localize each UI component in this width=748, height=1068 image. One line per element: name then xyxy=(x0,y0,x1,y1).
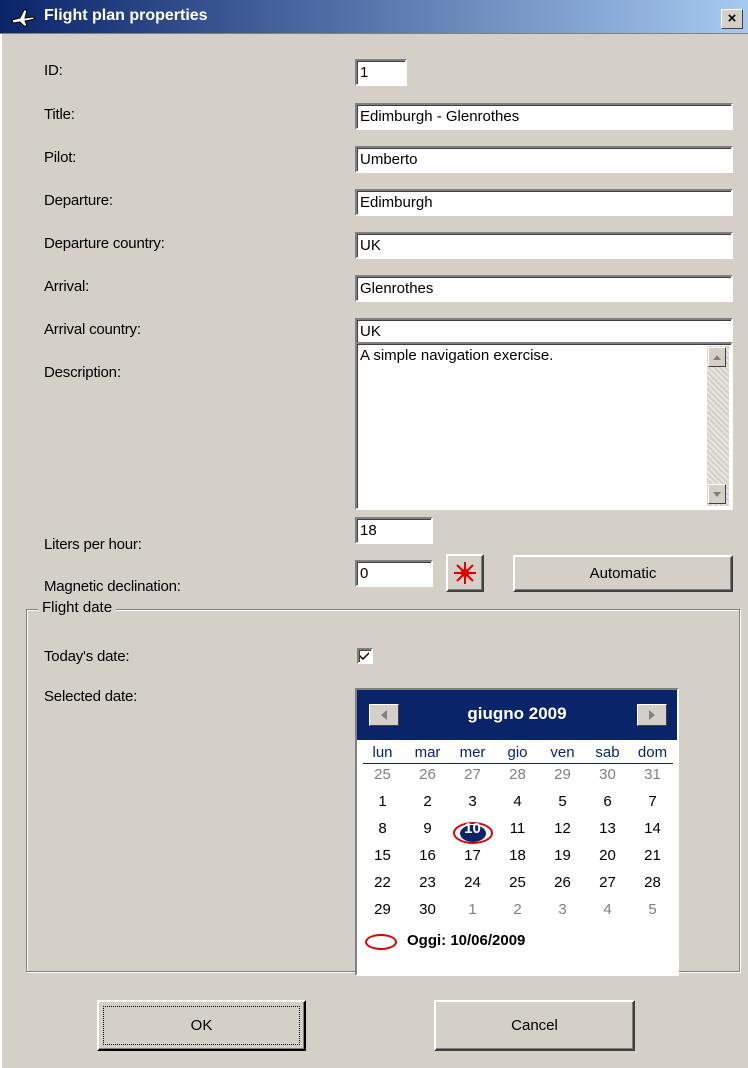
calendar-day[interactable]: 14 xyxy=(630,820,675,837)
scroll-up-button[interactable] xyxy=(708,347,726,367)
calendar-day[interactable]: 29 xyxy=(360,901,405,918)
airplane-icon xyxy=(11,9,36,27)
description-scrollbar[interactable] xyxy=(707,346,729,506)
calendar-day[interactable]: 17 xyxy=(450,847,495,864)
calendar-day[interactable]: 28 xyxy=(495,766,540,783)
calendar-day[interactable]: 8 xyxy=(360,820,405,837)
calendar-day[interactable]: 26 xyxy=(405,766,450,783)
today-label[interactable]: Oggi: 10/06/2009 xyxy=(407,932,525,949)
calendar-day[interactable]: 28 xyxy=(630,874,675,891)
ok-button[interactable]: OK xyxy=(97,1000,306,1051)
weekday-divider xyxy=(363,763,673,764)
calendar-day[interactable]: 1 xyxy=(450,901,495,918)
calendar-day[interactable]: 4 xyxy=(495,793,540,810)
magnetic-declination-label: Magnetic declination: xyxy=(44,578,181,595)
calendar-day[interactable]: 30 xyxy=(585,766,630,783)
weekday-header: lun xyxy=(372,744,393,761)
calendar-day[interactable]: 13 xyxy=(585,820,630,837)
cancel-button[interactable]: Cancel xyxy=(434,1000,635,1051)
weekday-header: mer xyxy=(459,744,486,761)
arrival-country-label: Arrival country: xyxy=(44,321,141,338)
departure-field[interactable]: Edimburgh xyxy=(355,189,733,216)
down-arrow-icon xyxy=(713,492,721,497)
calendar-day[interactable]: 3 xyxy=(540,901,585,918)
weekday-header: mar xyxy=(414,744,441,761)
liters-per-hour-label: Liters per hour: xyxy=(44,536,142,553)
title-label: Title: xyxy=(44,106,75,123)
arrival-label: Arrival: xyxy=(44,278,90,295)
calendar-day[interactable]: 1 xyxy=(360,793,405,810)
calendar-day[interactable]: 20 xyxy=(585,847,630,864)
calendar-day[interactable]: 18 xyxy=(495,847,540,864)
window-title: Flight plan properties xyxy=(44,7,208,24)
weekday-header: dom xyxy=(637,744,668,761)
pilot-field[interactable]: Umberto xyxy=(355,146,733,173)
weekday-header: gio xyxy=(507,744,528,761)
window-frame xyxy=(0,34,2,1068)
arrival-country-field[interactable]: UK xyxy=(355,318,733,345)
description-label: Description: xyxy=(44,364,121,381)
automatic-button[interactable]: Automatic xyxy=(513,555,733,592)
prev-month-button[interactable] xyxy=(369,704,399,726)
calendar[interactable]: giugno 2009 Oggi: 10/06/2009 lun mar mer gi… xyxy=(355,688,679,976)
calendar-day[interactable]: 12 xyxy=(540,820,585,837)
close-button[interactable]: × xyxy=(721,9,743,29)
calendar-month-label: giugno 2009 xyxy=(467,704,567,723)
arrival-field[interactable]: Glenrothes xyxy=(355,275,733,302)
red-star-icon xyxy=(454,562,476,584)
calendar-day[interactable]: 9 xyxy=(405,820,450,837)
calendar-day[interactable]: 27 xyxy=(450,766,495,783)
calendar-day[interactable]: 2 xyxy=(405,793,450,810)
title-field[interactable]: Edimburgh - Glenrothes xyxy=(355,103,733,130)
id-field[interactable]: 1 xyxy=(355,59,407,86)
todays-date-label: Today's date: xyxy=(44,648,130,665)
calendar-day[interactable]: 19 xyxy=(540,847,585,864)
calendar-day[interactable]: 15 xyxy=(360,847,405,864)
flight-date-group-label: Flight date xyxy=(38,599,117,616)
today-circle-icon xyxy=(365,934,397,950)
description-textarea[interactable]: A simple navigation exercise. xyxy=(355,342,733,510)
calendar-day[interactable]: 21 xyxy=(630,847,675,864)
scroll-down-button[interactable] xyxy=(708,484,726,504)
calendar-day[interactable]: 4 xyxy=(585,901,630,918)
calendar-day[interactable]: 3 xyxy=(450,793,495,810)
calendar-day[interactable]: 23 xyxy=(405,874,450,891)
calendar-day[interactable]: 5 xyxy=(630,901,675,918)
description-text: A simple navigation exercise. xyxy=(360,347,554,364)
calendar-day[interactable]: 31 xyxy=(630,766,675,783)
magnetic-declination-field[interactable]: 0 xyxy=(355,560,433,587)
calendar-day[interactable]: 5 xyxy=(540,793,585,810)
calendar-day[interactable]: 10 xyxy=(450,820,495,837)
calendar-day[interactable]: 24 xyxy=(450,874,495,891)
departure-country-label: Departure country: xyxy=(44,235,165,252)
compass-button[interactable] xyxy=(446,554,484,592)
weekday-header: sab xyxy=(595,744,620,761)
calendar-day[interactable]: 6 xyxy=(585,793,630,810)
calendar-day[interactable]: 2 xyxy=(495,901,540,918)
left-arrow-icon xyxy=(381,710,387,720)
selected-date-label: Selected date: xyxy=(44,688,138,705)
right-arrow-icon xyxy=(649,710,655,720)
weekday-header: ven xyxy=(550,744,575,761)
pilot-label: Pilot: xyxy=(44,149,77,166)
calendar-day[interactable]: 25 xyxy=(360,766,405,783)
id-label: ID: xyxy=(44,62,63,79)
departure-label: Departure: xyxy=(44,192,113,209)
departure-country-field[interactable]: UK xyxy=(355,232,733,259)
calendar-day[interactable]: 25 xyxy=(495,874,540,891)
checkmark-icon xyxy=(360,652,369,660)
ok-label: OK xyxy=(190,1017,213,1034)
calendar-day[interactable]: 7 xyxy=(630,793,675,810)
calendar-day[interactable]: 27 xyxy=(585,874,630,891)
liters-per-hour-field[interactable]: 18 xyxy=(355,517,433,544)
calendar-day[interactable]: 26 xyxy=(540,874,585,891)
calendar-day[interactable]: 29 xyxy=(540,766,585,783)
calendar-day[interactable]: 11 xyxy=(495,820,540,837)
next-month-button[interactable] xyxy=(637,704,667,726)
up-arrow-icon xyxy=(713,355,721,360)
todays-date-checkbox[interactable] xyxy=(357,648,373,664)
calendar-day[interactable]: 30 xyxy=(405,901,450,918)
calendar-day[interactable]: 16 xyxy=(405,847,450,864)
calendar-day[interactable]: 22 xyxy=(360,874,405,891)
